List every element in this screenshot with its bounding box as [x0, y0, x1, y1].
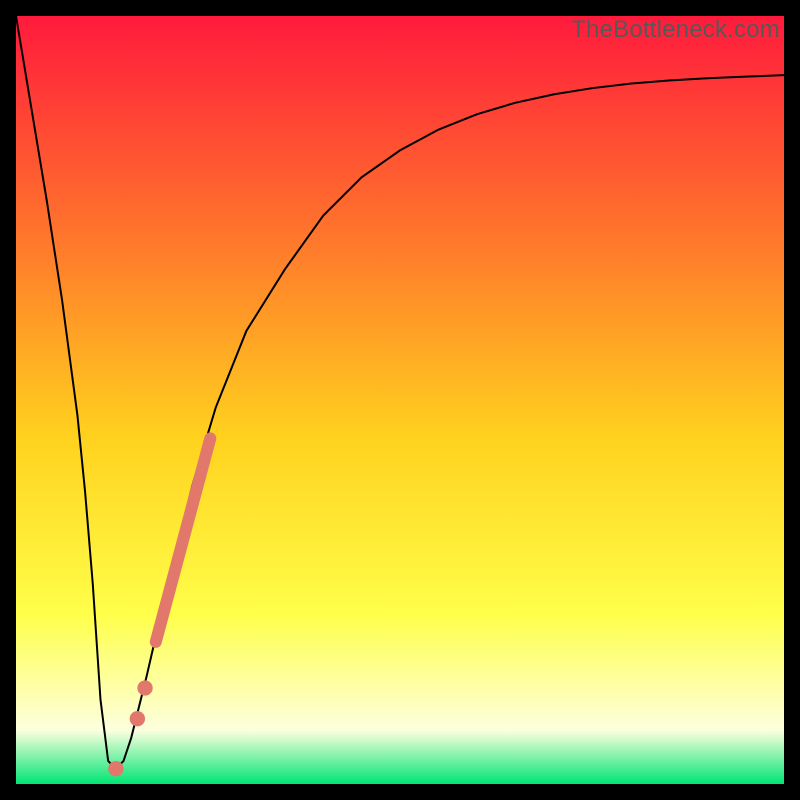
marker-min	[108, 761, 123, 776]
gradient-background	[16, 16, 784, 784]
marker-dot-upper	[137, 680, 152, 695]
chart-frame: TheBottleneck.com	[0, 0, 800, 800]
marker-dot-lower	[130, 711, 145, 726]
watermark-text: TheBottleneck.com	[571, 16, 780, 44]
chart-svg	[16, 16, 784, 784]
plot-area: TheBottleneck.com	[16, 16, 784, 784]
